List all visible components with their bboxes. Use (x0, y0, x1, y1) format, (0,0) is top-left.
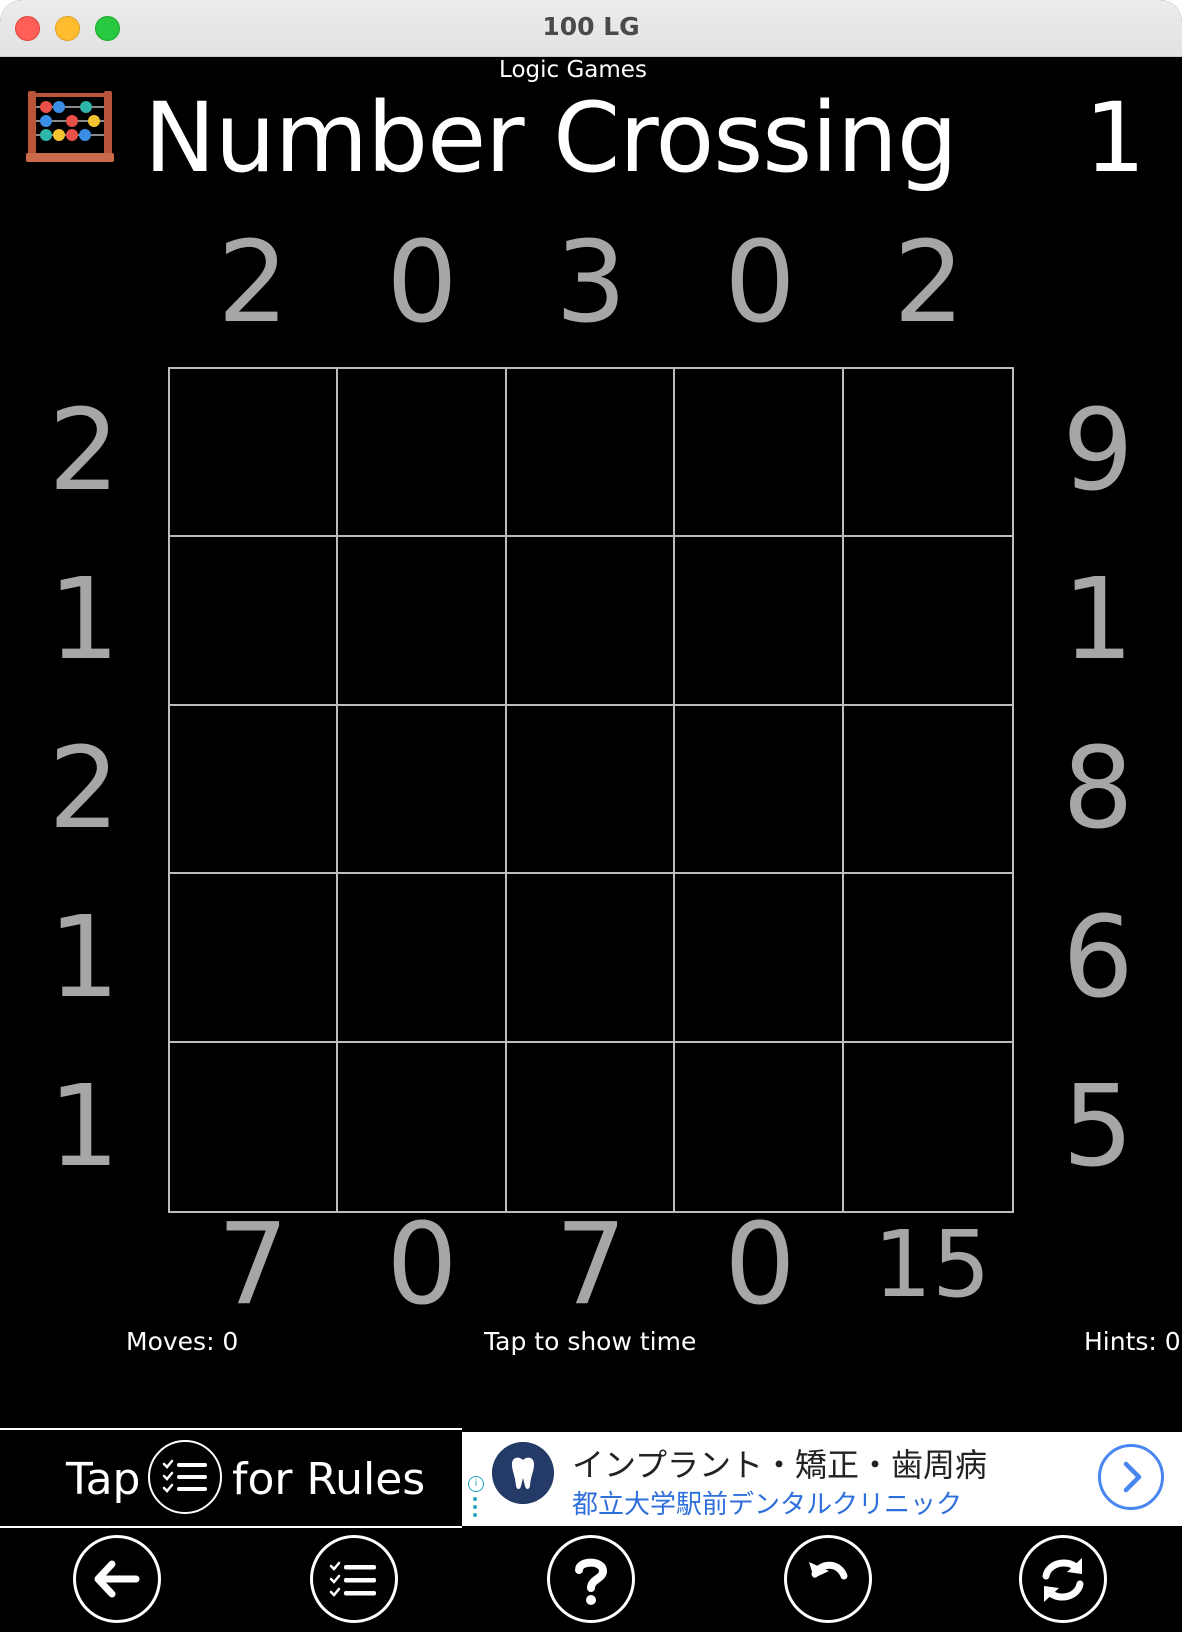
question-icon (575, 1558, 608, 1605)
bottom-clue: 0 (386, 1200, 458, 1330)
back-arrow-icon (94, 1560, 140, 1598)
grid-cell[interactable] (338, 874, 507, 1043)
bottom-clue: 0 (724, 1200, 796, 1330)
grid-cell[interactable] (338, 369, 507, 538)
checklist-icon (329, 1561, 376, 1597)
right-clue: 5 (1062, 1062, 1134, 1192)
grid-cell[interactable] (843, 1042, 1012, 1211)
chevron-right-icon[interactable] (1098, 1444, 1164, 1510)
grid-cell[interactable] (170, 705, 339, 875)
bottom-clue: 7 (217, 1200, 289, 1330)
grid-cell[interactable] (170, 537, 339, 706)
right-clue: 9 (1062, 386, 1134, 516)
grid-cell[interactable] (843, 705, 1012, 875)
grid-cell[interactable] (506, 1042, 676, 1211)
restart-button[interactable] (1019, 1535, 1107, 1623)
right-clue: 8 (1062, 724, 1134, 854)
rules-bar[interactable]: Tap for Rules (0, 1428, 462, 1528)
left-clue: 1 (48, 893, 120, 1023)
grid-cell[interactable] (675, 1042, 844, 1211)
info-icon[interactable]: i (468, 1476, 484, 1492)
puzzle-grid (168, 367, 1014, 1213)
back-button[interactable] (73, 1535, 161, 1623)
app-window: 100 LG Logic Games Number Crossing 1 2 0… (0, 0, 1182, 1632)
grid-cell[interactable] (338, 1042, 507, 1211)
undo-icon (809, 1561, 848, 1580)
grid-cell[interactable] (170, 874, 339, 1043)
bottom-clue: 7 (555, 1200, 627, 1330)
grid-cell[interactable] (338, 705, 507, 875)
grid-cell[interactable] (675, 537, 844, 706)
right-clue: 1 (1062, 555, 1134, 685)
grid-cell[interactable] (675, 705, 844, 875)
top-clue: 0 (386, 218, 458, 348)
rules-button[interactable] (310, 1535, 398, 1623)
hints-counter: Hints: 0 (1084, 1327, 1181, 1356)
game-title: Number Crossing (144, 82, 958, 194)
refresh-icon (1042, 1558, 1084, 1602)
top-clue: 3 (555, 218, 627, 348)
grid-cell[interactable] (338, 537, 507, 706)
game-screen: Logic Games Number Crossing 1 2 0 3 0 2 … (0, 57, 1182, 1632)
level-number: 1 (1084, 82, 1146, 194)
ad-options-icon[interactable] (473, 1496, 477, 1518)
ad-headline: インプラント・矯正・歯周病 (572, 1446, 988, 1484)
left-clue: 1 (48, 1062, 120, 1192)
rules-checklist-icon[interactable] (148, 1440, 222, 1514)
left-clue: 1 (48, 555, 120, 685)
ad-banner[interactable]: i インプラント・矯正・歯周病 都立大学駅前デンタルクリニック (462, 1432, 1182, 1526)
top-clue: 2 (217, 218, 289, 348)
left-clue: 2 (48, 386, 120, 516)
top-clue: 2 (893, 218, 965, 348)
rules-tap-label: Tap (66, 1454, 141, 1505)
help-button[interactable] (547, 1535, 635, 1623)
grid-cell[interactable] (506, 537, 676, 706)
rules-for-label: for Rules (232, 1454, 426, 1505)
grid-cell[interactable] (843, 369, 1012, 538)
grid-cell[interactable] (506, 874, 676, 1043)
grid-cell[interactable] (843, 537, 1012, 706)
app-subtitle: Logic Games (499, 57, 647, 83)
grid-cell[interactable] (506, 369, 676, 538)
right-clue: 6 (1062, 893, 1134, 1023)
window-title: 100 LG (542, 12, 640, 41)
abacus-icon (26, 91, 114, 162)
grid-cell[interactable] (675, 874, 844, 1043)
tooth-logo-icon (492, 1442, 554, 1504)
grid-cell[interactable] (675, 369, 844, 538)
show-time-toggle[interactable]: Tap to show time (484, 1327, 696, 1357)
moves-counter: Moves: 0 (126, 1327, 239, 1356)
left-clue: 2 (48, 724, 120, 854)
title-bar: 100 LG (0, 0, 1182, 57)
ad-advertiser[interactable]: 都立大学駅前デンタルクリニック (572, 1484, 962, 1521)
grid-cell[interactable] (506, 705, 676, 875)
grid-cell[interactable] (170, 369, 339, 538)
grid-cell[interactable] (843, 874, 1012, 1043)
bottom-clue: 15 (873, 1211, 991, 1318)
grid-cell[interactable] (170, 1042, 339, 1211)
top-clue: 0 (724, 218, 796, 348)
undo-button[interactable] (784, 1535, 872, 1623)
